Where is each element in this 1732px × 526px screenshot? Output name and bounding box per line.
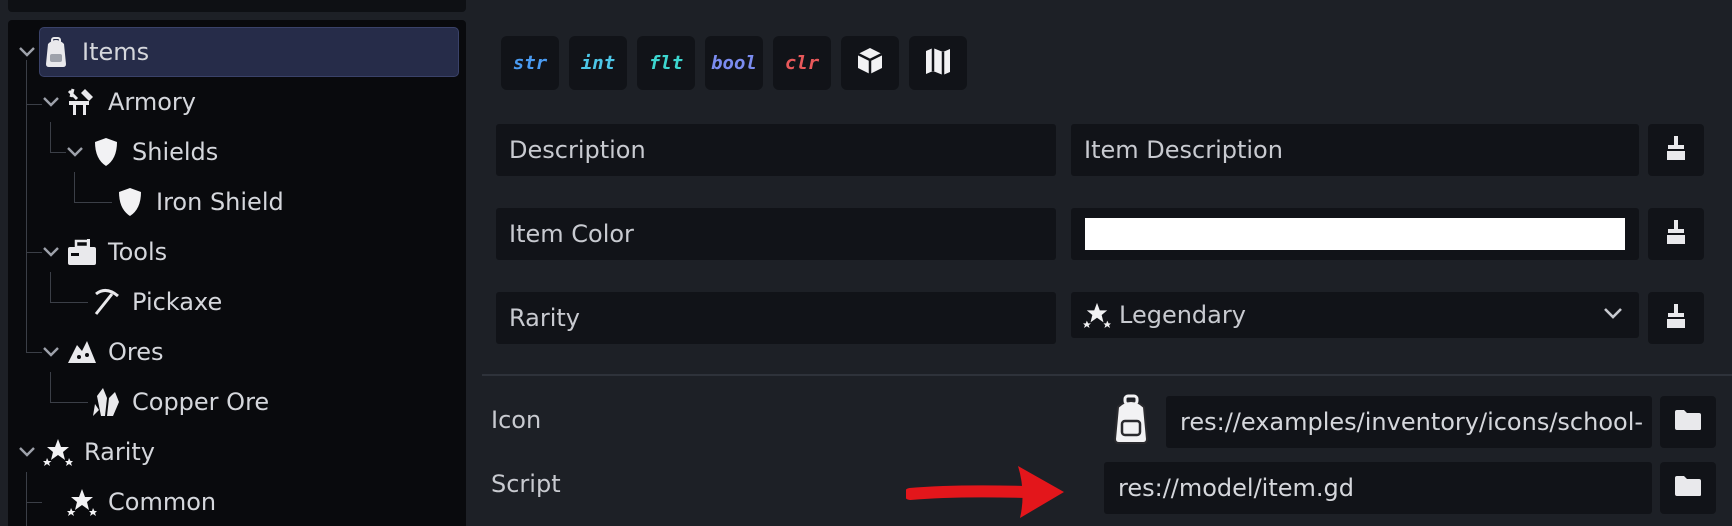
- property-name-label: Description: [509, 136, 646, 164]
- tree-item-shields[interactable]: Shields: [64, 128, 218, 176]
- section-divider: [482, 374, 1732, 376]
- chevron-down-icon: [1603, 307, 1623, 319]
- item-color-picker[interactable]: [1071, 208, 1639, 260]
- tree-panel: Items Armory Shields Iron Shield Tools P…: [0, 0, 466, 526]
- type-label: flt: [648, 52, 684, 74]
- brush-icon: [1666, 219, 1686, 249]
- clear-rarity-button[interactable]: [1648, 292, 1704, 344]
- property-name-description[interactable]: Description: [496, 124, 1056, 176]
- property-name-item-color[interactable]: Item Color: [496, 208, 1056, 260]
- ore-pile-icon: [66, 336, 98, 368]
- add-dictionary-property-button[interactable]: [909, 36, 967, 90]
- property-name-rarity[interactable]: Rarity: [496, 292, 1056, 344]
- type-label: int: [580, 52, 616, 74]
- brush-icon: [1666, 135, 1686, 165]
- icon-path-text: res://examples/inventory/icons/school-: [1180, 408, 1644, 436]
- chevron-down-icon[interactable]: [40, 341, 62, 363]
- shield-icon: [90, 136, 122, 168]
- folder-icon: [1674, 475, 1702, 501]
- icon-property-label: Icon: [491, 406, 542, 434]
- add-color-property-button[interactable]: clr: [773, 36, 831, 90]
- tree-item-label: Common: [108, 488, 217, 516]
- tree-item-label: Shields: [132, 138, 219, 166]
- color-swatch: [1085, 218, 1625, 250]
- backpack-icon: [40, 36, 72, 68]
- add-resource-property-button[interactable]: [841, 36, 899, 90]
- tree-item-label: Items: [82, 38, 150, 66]
- stars-icon: [1083, 302, 1111, 328]
- armory-icon: [66, 86, 98, 118]
- toolbox-icon: [66, 236, 98, 268]
- tree-item-copper-ore[interactable]: Copper Ore: [86, 378, 269, 426]
- tree-item-label: Copper Ore: [132, 388, 270, 416]
- type-label: clr: [784, 52, 820, 74]
- icon-path-input[interactable]: res://examples/inventory/icons/school-: [1166, 396, 1652, 448]
- script-path-text: res://model/item.gd: [1118, 474, 1355, 502]
- tree-header-bar: [8, 0, 466, 12]
- script-property-label: Script: [491, 470, 561, 498]
- add-int-property-button[interactable]: int: [569, 36, 627, 90]
- type-label: str: [512, 52, 548, 74]
- type-label: bool: [711, 52, 757, 74]
- folder-icon: [1674, 409, 1702, 435]
- tree-item-label: Ores: [108, 338, 164, 366]
- tree-item-label: Armory: [108, 88, 196, 116]
- chevron-down-icon[interactable]: [40, 241, 62, 263]
- brush-icon: [1666, 303, 1686, 333]
- property-name-label: Item Color: [509, 220, 634, 248]
- tree-item-items[interactable]: Items: [19, 27, 459, 77]
- shield-icon: [114, 186, 146, 218]
- browse-script-button[interactable]: [1660, 462, 1716, 514]
- clear-item-color-button[interactable]: [1648, 208, 1704, 260]
- icon-preview[interactable]: [1108, 394, 1154, 448]
- tree-item-tools[interactable]: Tools: [40, 228, 167, 276]
- backpack-icon: [1110, 393, 1152, 449]
- property-value-text: Item Description: [1084, 136, 1283, 164]
- chevron-down-icon[interactable]: [64, 141, 86, 163]
- rarity-selected-value: Legendary: [1119, 301, 1246, 329]
- property-name-label: Rarity: [509, 304, 581, 332]
- cube-icon: [855, 46, 885, 81]
- chevron-down-icon[interactable]: [40, 91, 62, 113]
- rarity-dropdown[interactable]: Legendary: [1071, 292, 1639, 338]
- clear-description-button[interactable]: [1648, 124, 1704, 176]
- tree-item-label: Pickaxe: [132, 288, 223, 316]
- chevron-down-icon[interactable]: [16, 41, 38, 63]
- tree-item-ores[interactable]: Ores: [40, 328, 164, 376]
- tree-item-pickaxe[interactable]: Pickaxe: [86, 278, 222, 326]
- browse-icon-button[interactable]: [1660, 396, 1716, 448]
- tree-item-armory[interactable]: Armory: [40, 78, 196, 126]
- script-path-input[interactable]: res://model/item.gd: [1104, 462, 1652, 514]
- tree-item-rarity[interactable]: Rarity: [16, 428, 155, 476]
- description-value-input[interactable]: Item Description: [1071, 124, 1639, 176]
- add-float-property-button[interactable]: flt: [637, 36, 695, 90]
- add-bool-property-button[interactable]: bool: [705, 36, 763, 90]
- annotation-arrow-icon: [904, 462, 1066, 522]
- crystal-icon: [90, 386, 122, 418]
- stars-icon: [42, 436, 74, 468]
- tree-item-label: Tools: [108, 238, 168, 266]
- add-string-property-button[interactable]: str: [501, 36, 559, 90]
- stars-icon: [66, 486, 98, 518]
- tree-item-common[interactable]: Common: [40, 478, 216, 526]
- tree-item-label: Iron Shield: [156, 188, 284, 216]
- pickaxe-icon: [90, 286, 122, 318]
- tree-item-label: Rarity: [84, 438, 156, 466]
- tree-item-iron-shield[interactable]: Iron Shield: [110, 178, 284, 226]
- chevron-down-icon[interactable]: [16, 441, 38, 463]
- map-icon: [924, 46, 952, 81]
